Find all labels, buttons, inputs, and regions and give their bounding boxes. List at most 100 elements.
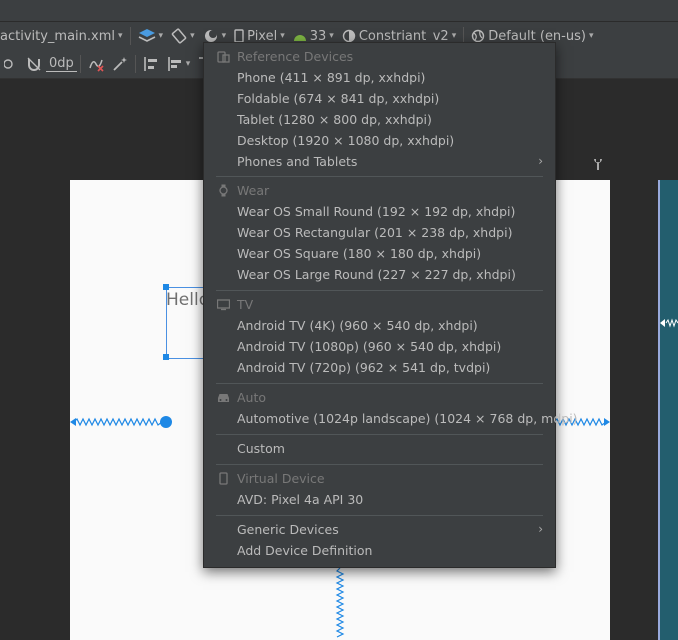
auto-header: Auto (204, 387, 555, 408)
pack-icon (143, 57, 157, 71)
menu-item-foldable[interactable]: Foldable (674 × 841 dp, xxhdpi) (204, 88, 555, 109)
globe-icon (472, 29, 485, 43)
menu-item-label: Wear OS Large Round (227 × 227 dp, xhdpi… (237, 267, 516, 282)
menu-item-label: AVD: Pixel 4a API 30 (237, 492, 364, 507)
menu-item-label: Desktop (1920 × 1080 dp, xxhdpi) (237, 133, 455, 148)
header-label: Virtual Device (237, 471, 325, 486)
rotate-icon (171, 28, 187, 44)
chevron-down-icon: ▾ (451, 31, 457, 41)
resize-handle[interactable] (163, 354, 169, 360)
menu-item-add-device-definition[interactable]: Add Device Definition (204, 540, 555, 561)
reference-devices-header: Reference Devices (204, 46, 555, 67)
menu-item-label: Foldable (674 × 841 dp, xxhdpi) (237, 91, 440, 106)
chevron-down-icon: ▾ (280, 31, 285, 41)
autoconnect-button[interactable] (22, 56, 46, 72)
virtual-device-header: Virtual Device (204, 468, 555, 489)
chevron-down-icon: ▾ (221, 31, 227, 41)
left-constraint-spring (70, 417, 163, 427)
menu-item-phones-and-tablets[interactable]: Phones and Tablets › (204, 151, 555, 172)
toolbar-divider (129, 27, 131, 45)
orientation-button[interactable]: ▾ (167, 28, 199, 44)
menu-item-custom[interactable]: Custom (204, 438, 555, 459)
header-label: TV (237, 297, 254, 312)
menu-item-label: Phones and Tablets (237, 154, 358, 169)
menu-item-label: Custom (237, 441, 285, 456)
tv-header: TV (204, 294, 555, 315)
wear-header: Wear (204, 180, 555, 201)
chevron-down-icon: ▾ (190, 31, 195, 41)
layers-icon (138, 29, 155, 42)
menu-item-generic-devices[interactable]: Generic Devices › (204, 519, 555, 540)
menu-item-wear-square[interactable]: Wear OS Square (180 × 180 dp, xhdpi) (204, 243, 555, 264)
menu-item-wear-large-round[interactable]: Wear OS Large Round (227 × 227 dp, xhdpi… (204, 264, 555, 285)
menu-separator (216, 434, 543, 435)
device-dropdown-menu: Reference Devices Phone (411 × 891 dp, x… (203, 42, 578, 568)
eye-icon (4, 59, 13, 69)
default-margin-value: 0dp (49, 56, 74, 71)
menu-item-desktop[interactable]: Desktop (1920 × 1080 dp, xxhdpi) (204, 130, 555, 151)
menu-item-tablet[interactable]: Tablet (1280 × 800 dp, xxhdpi) (204, 109, 555, 130)
menu-item-tv-1080p[interactable]: Android TV (1080p) (960 × 540 dp, xhdpi) (204, 336, 555, 357)
header-label: Auto (237, 390, 267, 405)
menu-item-tv-4k[interactable]: Android TV (4K) (960 × 540 dp, xhdpi) (204, 315, 555, 336)
wrench-icon[interactable] (592, 157, 604, 175)
menu-separator (216, 290, 543, 291)
menu-item-label: Add Device Definition (237, 543, 373, 558)
menu-item-automotive[interactable]: Automotive (1024p landscape) (1024 × 768… (204, 408, 578, 429)
menu-item-label: Generic Devices (237, 522, 339, 537)
title-bar (0, 0, 678, 21)
header-label: Wear (237, 183, 270, 198)
menu-separator (216, 383, 543, 384)
align-button[interactable]: ▾ (163, 56, 195, 72)
menu-item-tv-720p[interactable]: Android TV (720p) (962 × 541 dp, tvdpi) (204, 357, 555, 378)
watch-icon (219, 184, 228, 197)
menu-item-label: Wear OS Small Round (192 × 192 dp, xhdpi… (237, 204, 516, 219)
infer-constraints-button[interactable] (108, 56, 132, 72)
blueprint-surface[interactable] (658, 180, 678, 640)
chevron-right-icon: › (538, 154, 543, 168)
menu-item-label: Tablet (1280 × 800 dp, xxhdpi) (237, 112, 432, 127)
android-icon (293, 35, 306, 41)
menu-item-label: Wear OS Square (180 × 180 dp, xhdpi) (237, 246, 482, 261)
menu-item-avd-pixel-4a[interactable]: AVD: Pixel 4a API 30 (204, 489, 555, 510)
phone-icon (219, 472, 228, 485)
menu-item-label: Phone (411 × 891 dp, xxhdpi) (237, 70, 426, 85)
devices-icon (217, 51, 230, 63)
menu-item-label: Android TV (1080p) (960 × 540 dp, xhdpi) (237, 339, 502, 354)
chevron-down-icon: ▾ (185, 59, 191, 69)
chevron-down-icon: ▾ (158, 31, 164, 41)
palette-icon (342, 29, 356, 43)
align-left-icon (167, 57, 181, 71)
chevron-right-icon: › (538, 522, 543, 536)
magic-wand-icon (113, 57, 127, 71)
default-margin-field[interactable]: 0dp (46, 56, 77, 72)
toolbar-divider (134, 55, 136, 73)
toolbar-divider (79, 55, 81, 73)
bottom-constraint-spring (335, 568, 345, 638)
blueprint-constraint (660, 318, 678, 328)
magnet-off-icon (27, 57, 41, 71)
view-options-button[interactable] (0, 57, 22, 71)
clear-constraints-icon (89, 59, 104, 72)
menu-separator (216, 176, 543, 177)
tv-icon (217, 299, 230, 311)
menu-separator (216, 464, 543, 465)
chevron-down-icon: ▾ (329, 31, 334, 41)
menu-item-label: Wear OS Rectangular (201 × 238 dp, xhdpi… (237, 225, 513, 240)
file-label: activity_main.xml (0, 28, 116, 44)
car-icon (218, 394, 229, 402)
chevron-down-icon: ▾ (588, 31, 594, 41)
layers-button[interactable]: ▾ (134, 28, 168, 44)
menu-item-label: Automotive (1024p landscape) (1024 × 768… (237, 411, 578, 426)
phone-icon (234, 29, 244, 43)
menu-item-label: Android TV (720p) (962 × 541 dp, tvdpi) (237, 360, 491, 375)
menu-item-label: Android TV (4K) (960 × 540 dp, xhdpi) (237, 318, 478, 333)
file-selector[interactable]: activity_main.xml ▾ (0, 29, 127, 44)
menu-item-phone[interactable]: Phone (411 × 891 dp, xxhdpi) (204, 67, 555, 88)
chevron-down-icon: ▾ (118, 31, 123, 41)
pack-button[interactable] (139, 56, 163, 72)
clear-constraints-button[interactable] (84, 56, 108, 72)
menu-item-wear-rectangular[interactable]: Wear OS Rectangular (201 × 238 dp, xhdpi… (204, 222, 555, 243)
header-label: Reference Devices (237, 49, 354, 64)
menu-item-wear-small-round[interactable]: Wear OS Small Round (192 × 192 dp, xhdpi… (204, 201, 555, 222)
